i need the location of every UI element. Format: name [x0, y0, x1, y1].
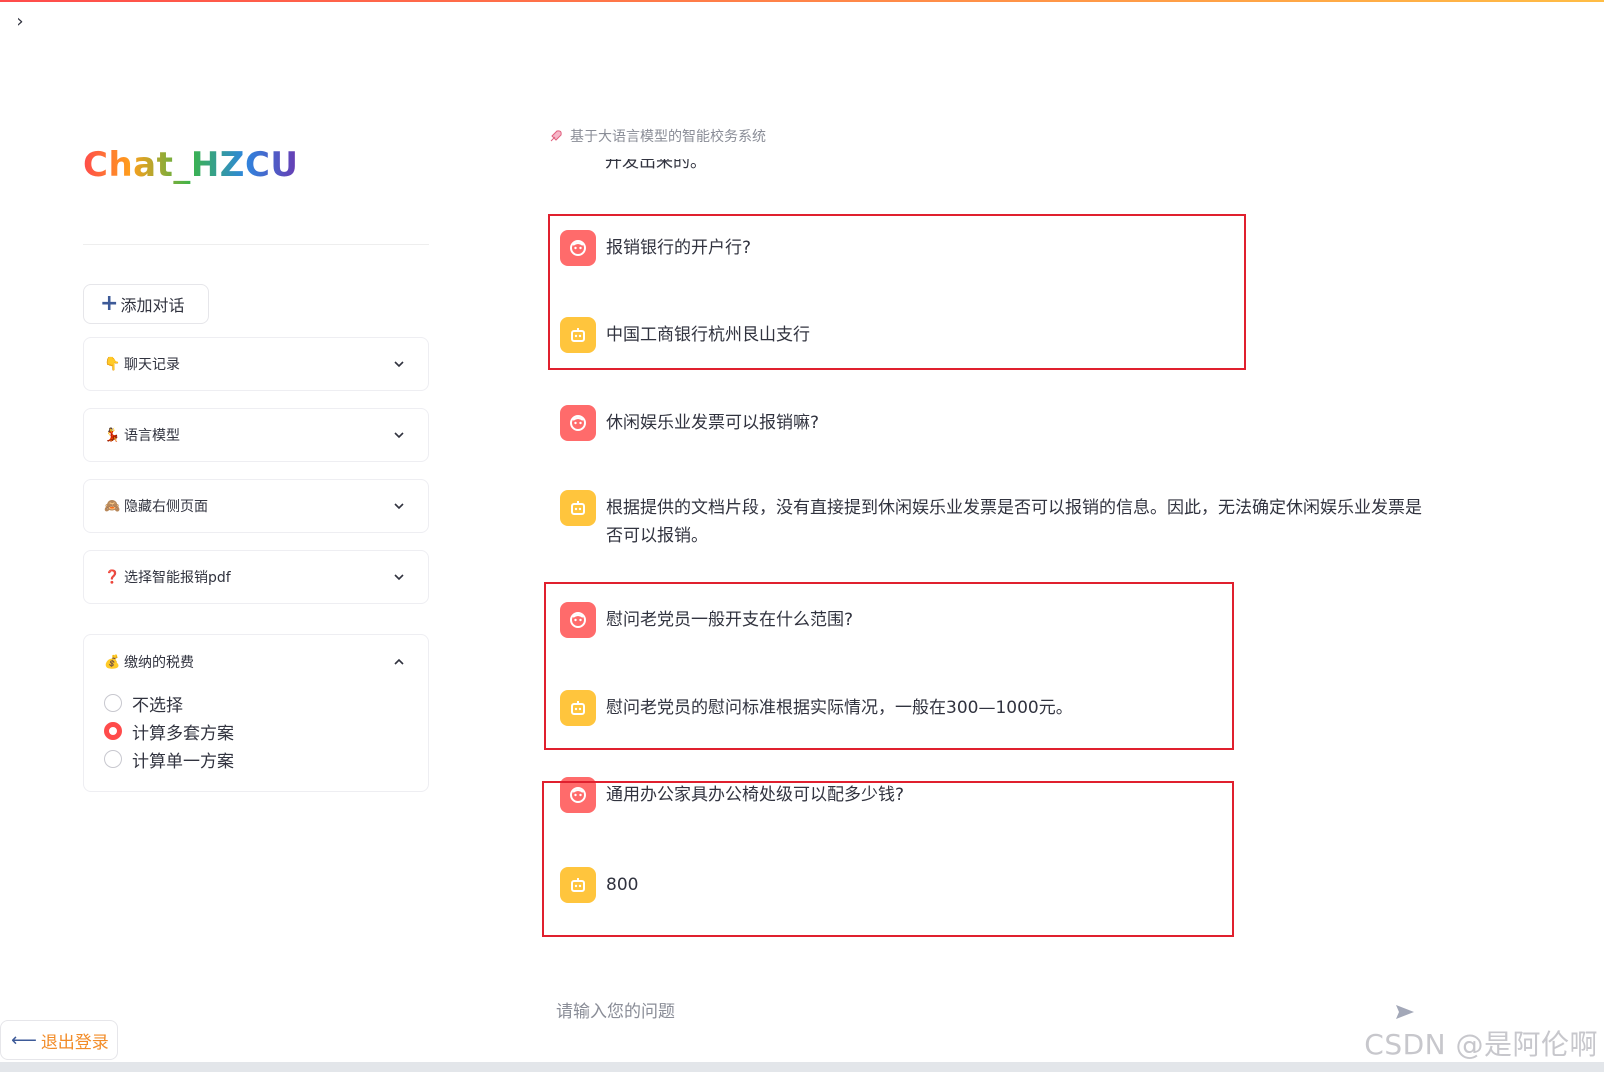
- message-text: 休闲娱乐业发票可以报销嘛?: [606, 413, 820, 433]
- sidebar: › Chat_HZCU + 添加对话 👇 聊天记录 💃 语言模型 🙈 隐藏右侧页…: [0, 0, 460, 1072]
- user-avatar-icon: [560, 230, 596, 266]
- rocket-icon: [550, 130, 562, 142]
- message-text: 报销银行的开户行?: [606, 238, 752, 258]
- expander-chat-history[interactable]: 👇 聊天记录: [83, 337, 429, 391]
- chevron-down-icon: [394, 574, 404, 581]
- expander-label: 选择智能报销pdf: [124, 570, 231, 586]
- message-text: 通用办公家具办公椅处级可以配多少钱?: [606, 785, 905, 805]
- chat-message-user: 休闲娱乐业发票可以报销嘛?: [560, 405, 819, 441]
- chat-message-bot: 800: [560, 867, 638, 903]
- chat-message-user: 慰问老党员一般开支在什么范围?: [560, 602, 853, 638]
- message-text: 慰问老党员一般开支在什么范围?: [606, 610, 854, 630]
- chevron-down-icon: [394, 432, 404, 439]
- message-text: 根据提供的文档片段，没有直接提到休闲娱乐业发票是否可以报销的信息。因此，无法确定…: [606, 498, 1422, 546]
- logout-button[interactable]: ⟵ 退出登录: [0, 1020, 118, 1060]
- pointing-down-icon: 👇: [104, 356, 121, 372]
- add-chat-label: 添加对话: [120, 296, 185, 315]
- bot-avatar-icon: [560, 317, 596, 353]
- bot-avatar-icon: [560, 690, 596, 726]
- message-text: 中国工商银行杭州艮山支行: [606, 325, 810, 345]
- caption-text: 基于大语言模型的智能校务系统: [570, 129, 766, 145]
- send-icon: [1396, 1005, 1414, 1019]
- user-avatar-icon: [560, 777, 596, 813]
- chat-message-user: 报销银行的开户行?: [560, 230, 751, 266]
- chat-message-user: 通用办公家具办公椅处级可以配多少钱?: [560, 777, 904, 813]
- clipped-previous-message: 开发出来的。: [605, 159, 707, 169]
- message-text: 慰问老党员的慰问标准根据实际情况，一般在300—1000元。: [606, 698, 1073, 718]
- chat-message-bot: 中国工商银行杭州艮山支行: [560, 317, 810, 353]
- add-chat-button[interactable]: + 添加对话: [83, 284, 209, 324]
- radio-button[interactable]: [104, 694, 122, 712]
- plus-icon: +: [100, 291, 119, 316]
- question-mark-icon: ❓: [104, 569, 121, 585]
- dancer-icon: 💃: [104, 427, 121, 443]
- app-title: Chat_HZCU: [83, 145, 299, 185]
- chat-message-bot: 根据提供的文档片段，没有直接提到休闲娱乐业发票是否可以报销的信息。因此，无法确定…: [560, 490, 1436, 550]
- radio-button-selected[interactable]: [104, 722, 122, 740]
- radio-label: 计算多套方案: [132, 723, 234, 744]
- message-text: 800: [606, 875, 639, 895]
- expander-select-pdf[interactable]: ❓ 选择智能报销pdf: [83, 550, 429, 604]
- chevron-down-icon: [394, 503, 404, 510]
- expander-hide-right-page[interactable]: 🙈 隐藏右侧页面: [83, 479, 429, 533]
- expander-tax-header[interactable]: 💰 缴纳的税费: [84, 635, 428, 689]
- chevron-up-icon: [394, 658, 404, 665]
- bottom-scroll-strip: [0, 1062, 1604, 1072]
- radio-button[interactable]: [104, 750, 122, 768]
- sidebar-collapse-chevron-icon[interactable]: ›: [10, 12, 30, 32]
- radio-label: 不选择: [132, 695, 183, 716]
- chat-input-bar: [548, 988, 1420, 1036]
- expander-label: 隐藏右侧页面: [124, 499, 208, 515]
- chevron-down-icon: [394, 361, 404, 368]
- logout-label: 退出登录: [40, 1032, 109, 1053]
- see-no-evil-monkey-icon: 🙈: [104, 498, 121, 514]
- divider: [83, 244, 429, 245]
- radio-label: 计算单一方案: [132, 751, 234, 772]
- expander-label: 聊天记录: [124, 357, 180, 373]
- expander-label: 语言模型: [124, 428, 180, 444]
- expander-tax: 💰 缴纳的税费 不选择 计算多套方案 计算单一方案: [83, 634, 429, 792]
- radio-option-multiple[interactable]: 计算多套方案: [84, 717, 428, 745]
- bot-avatar-icon: [560, 867, 596, 903]
- arrow-left-icon: ⟵: [11, 1029, 37, 1051]
- radio-option-none[interactable]: 不选择: [84, 689, 428, 717]
- bot-avatar-icon: [560, 490, 596, 526]
- radio-option-single[interactable]: 计算单一方案: [84, 745, 428, 773]
- watermark: CSDN @是阿伦啊: [1364, 1028, 1598, 1061]
- money-bag-icon: 💰: [104, 654, 121, 670]
- user-avatar-icon: [560, 405, 596, 441]
- chat-input[interactable]: [548, 1002, 1390, 1022]
- user-avatar-icon: [560, 602, 596, 638]
- expander-label: 缴纳的税费: [124, 655, 194, 671]
- chat-message-bot: 慰问老党员的慰问标准根据实际情况，一般在300—1000元。: [560, 690, 1073, 726]
- expander-language-model[interactable]: 💃 语言模型: [83, 408, 429, 462]
- page-caption: 基于大语言模型的智能校务系统: [548, 126, 766, 146]
